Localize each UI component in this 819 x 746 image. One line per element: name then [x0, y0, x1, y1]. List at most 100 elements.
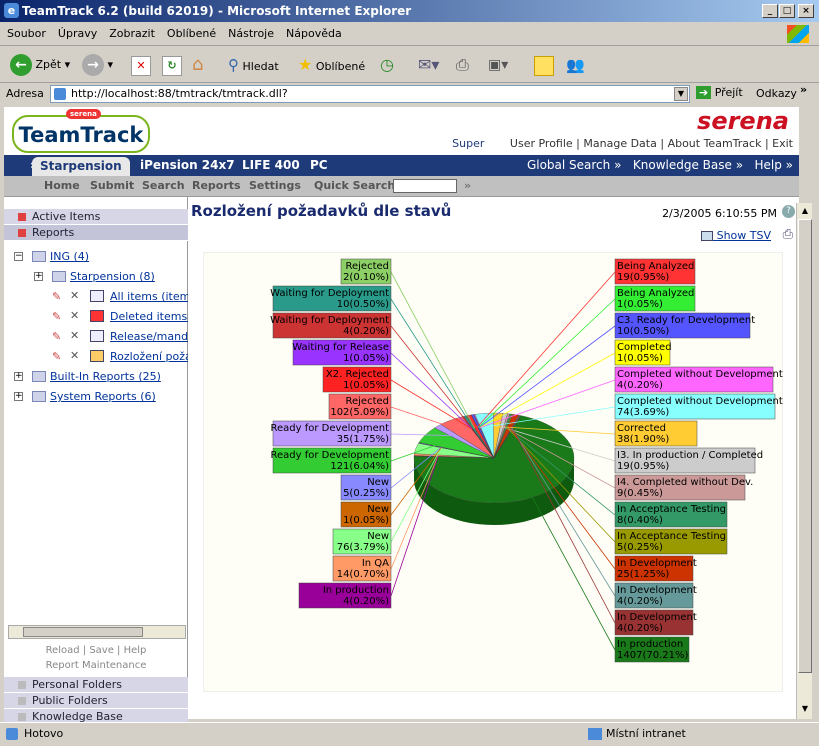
report-distribution[interactable]: Rozložení poža	[110, 350, 188, 363]
close-button[interactable]: ×	[798, 4, 814, 18]
leader-line	[478, 325, 616, 428]
leader-line	[390, 352, 473, 430]
exit-link[interactable]: Exit	[772, 137, 793, 150]
nav-reports[interactable]: Reports	[192, 179, 241, 192]
menu-tools[interactable]: Nástroje	[221, 22, 279, 40]
print-report-icon[interactable]: ⎙	[783, 227, 793, 242]
edit-pencil-icon[interactable]: ✎	[52, 350, 61, 363]
edit-pencil-icon[interactable]: ✎	[52, 310, 61, 323]
messenger-icon[interactable]: 👥	[566, 54, 585, 76]
back-button[interactable]: ← Zpět ▾	[10, 54, 70, 76]
delete-icon[interactable]: ✕	[70, 309, 79, 322]
delete-icon[interactable]: ✕	[70, 289, 79, 302]
sidebar-active-items[interactable]: Active Items	[4, 209, 188, 225]
label-name: Completed	[617, 342, 672, 353]
collapse-icon[interactable]: −	[14, 252, 23, 261]
sidebar-hscroll[interactable]	[8, 625, 186, 639]
intranet-icon	[588, 728, 602, 740]
about-link[interactable]: About TeamTrack	[668, 137, 762, 150]
tab-life400[interactable]: LIFE 400	[234, 155, 308, 176]
hscroll-thumb[interactable]	[23, 627, 143, 637]
help-link[interactable]: Help »	[754, 158, 793, 172]
quick-search-input[interactable]	[393, 179, 457, 193]
folder-icon	[32, 251, 46, 262]
tree-builtin-reports[interactable]: Built-In Reports (25)	[50, 370, 161, 383]
tree-system-reports[interactable]: System Reports (6)	[50, 390, 156, 403]
address-label: Adresa	[6, 87, 44, 100]
sidebar-public-folders[interactable]: Public Folders	[4, 693, 188, 709]
save-link[interactable]: Save	[89, 645, 114, 656]
top-links: Super User Profile | Manage Data | About…	[452, 137, 793, 150]
user-profile-link[interactable]: User Profile	[510, 137, 573, 150]
search-button[interactable]: ⚲ Hledat	[228, 54, 279, 76]
scroll-down-icon[interactable]: ▼	[797, 701, 813, 717]
menu-favorites[interactable]: Oblíbené	[160, 22, 221, 40]
label-value: 121(6.04%)	[330, 461, 389, 472]
label-value: 4(0.20%)	[617, 596, 663, 607]
knowledge-base-link[interactable]: Knowledge Base »	[633, 158, 743, 172]
help-icon[interactable]: ?	[782, 205, 795, 218]
menu-help[interactable]: Nápověda	[279, 22, 347, 40]
report-maintenance-link[interactable]: Report Maintenance	[4, 660, 188, 671]
edit-icon[interactable]: ▣▾	[488, 54, 508, 76]
sidebar-reports[interactable]: Reports	[4, 225, 188, 241]
global-search-link[interactable]: Global Search »	[527, 158, 621, 172]
edit-pencil-icon[interactable]: ✎	[52, 290, 61, 303]
history-icon[interactable]: ◷	[380, 54, 394, 76]
delete-icon[interactable]: ✕	[70, 349, 79, 362]
forward-button[interactable]: → ▾	[82, 54, 113, 76]
nav-submit[interactable]: Submit	[90, 179, 134, 192]
label-name: Being Analyzed	[617, 261, 694, 272]
reports-label: Reports	[32, 226, 75, 239]
tab-pc[interactable]: PC	[302, 155, 336, 176]
teamtrack-logo[interactable]: serena TeamTrack	[12, 109, 150, 153]
report-deleted-items[interactable]: Deleted items (N	[110, 310, 188, 323]
minimize-button[interactable]: _	[762, 4, 778, 18]
sidebar-personal-folders[interactable]: Personal Folders	[4, 677, 188, 693]
manage-data-link[interactable]: Manage Data	[583, 137, 656, 150]
sidebar-help-link[interactable]: Help	[124, 645, 147, 656]
quick-search-go-icon[interactable]: »	[464, 179, 471, 192]
vscroll-thumb[interactable]	[798, 219, 812, 673]
menu-file[interactable]: Soubor	[0, 22, 51, 40]
nav-home[interactable]: Home	[44, 179, 80, 192]
address-dropdown-icon[interactable]: ▼	[674, 87, 688, 101]
refresh-icon[interactable]: ↻	[162, 56, 182, 76]
report-release[interactable]: Release/manda	[110, 330, 188, 343]
nav-settings[interactable]: Settings	[249, 179, 301, 192]
expand-icon[interactable]: +	[14, 392, 23, 401]
menu-edit[interactable]: Úpravy	[51, 22, 102, 40]
address-input[interactable]: http://localhost:88/tmtrack/tmtrack.dll?…	[50, 85, 690, 103]
expand-icon[interactable]: +	[34, 272, 43, 281]
page-vscroll[interactable]: ▲ ▼	[796, 203, 812, 719]
folder-icon	[32, 371, 46, 382]
links-chevron-icon[interactable]: »	[800, 83, 807, 96]
stop-icon[interactable]: ✕	[131, 56, 151, 76]
show-tsv-link[interactable]: Show TSV	[701, 229, 771, 242]
delete-icon[interactable]: ✕	[70, 329, 79, 342]
menu-view[interactable]: Zobrazit	[102, 22, 160, 40]
nav-search[interactable]: Search	[142, 179, 185, 192]
home-icon[interactable]: ⌂	[192, 54, 203, 76]
label-value: 10(0.50%)	[617, 326, 669, 337]
report-date: 2/3/2005 6:10:55 PM	[662, 207, 777, 220]
links-label[interactable]: Odkazy	[756, 87, 797, 100]
tab-ipension[interactable]: iPension 24x7	[132, 155, 243, 176]
expand-icon[interactable]: +	[14, 372, 23, 381]
print-icon[interactable]: ⎙	[456, 54, 469, 76]
go-button[interactable]: ➔ Přejít	[696, 86, 743, 99]
maximize-button[interactable]: □	[779, 4, 795, 18]
report-all-items[interactable]: All items (item t	[110, 290, 188, 303]
notes-icon[interactable]	[534, 56, 554, 76]
sidebar: Active Items Reports − ING (4) + Starpen…	[4, 197, 188, 725]
reload-link[interactable]: Reload	[46, 645, 80, 656]
favorites-button[interactable]: ★ Oblíbené	[298, 54, 365, 76]
tree-starpension[interactable]: Starpension (8)	[70, 270, 155, 283]
tab-starpension[interactable]: Starpension	[32, 157, 130, 176]
tree-ing[interactable]: ING (4)	[50, 250, 89, 263]
scroll-up-icon[interactable]: ▲	[797, 203, 813, 219]
mail-icon[interactable]: ✉▾	[418, 54, 439, 76]
edit-pencil-icon[interactable]: ✎	[52, 330, 61, 343]
label-name: In Development	[617, 612, 697, 623]
label-value: 19(0.95%)	[617, 272, 669, 283]
